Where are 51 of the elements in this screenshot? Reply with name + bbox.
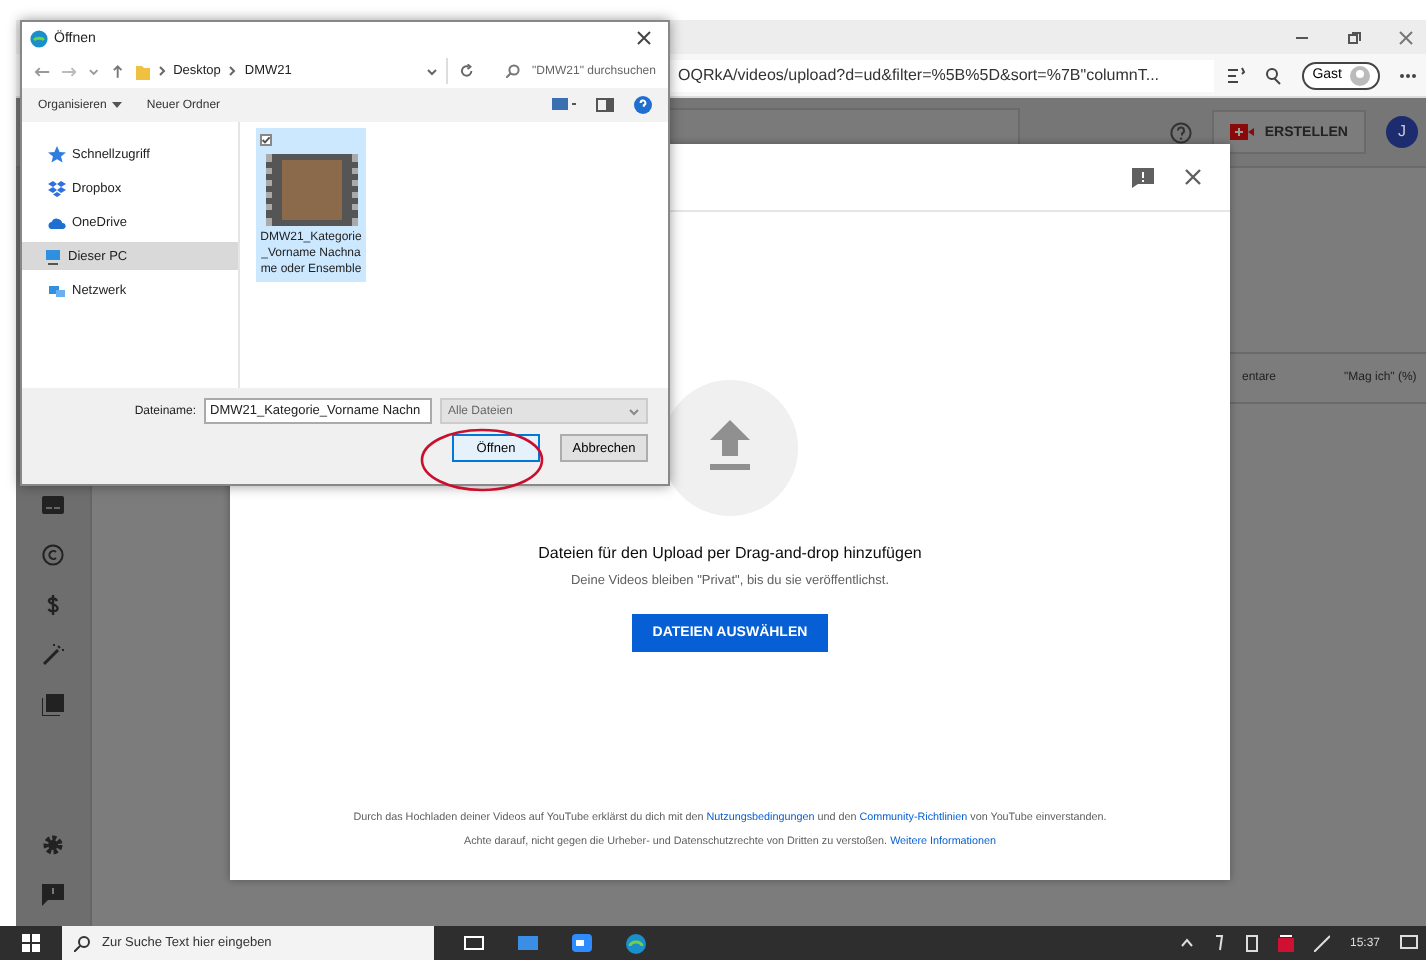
view-options-icon[interactable] xyxy=(552,98,576,112)
star-icon xyxy=(48,145,66,163)
folder-icon xyxy=(135,63,150,79)
chevron-down-icon[interactable] xyxy=(88,67,100,75)
dropbox-icon xyxy=(48,179,66,197)
chevron-right-icon xyxy=(157,66,166,76)
window-app-icon[interactable] xyxy=(518,934,538,952)
task-view-icon[interactable] xyxy=(464,934,484,952)
search-icon xyxy=(74,935,90,951)
favorites-icon[interactable] xyxy=(1226,65,1247,85)
settings-icon[interactable] xyxy=(42,834,64,856)
highlight-circle xyxy=(420,428,544,492)
extensions-icon[interactable] xyxy=(1264,65,1285,85)
checkbox-icon[interactable] xyxy=(260,134,272,146)
cloud-icon xyxy=(48,213,66,231)
feedback-icon[interactable] xyxy=(1132,167,1154,187)
more-icon[interactable] xyxy=(1398,71,1418,79)
upload-heading: Dateien für den Upload per Drag-and-drop hinzufügen xyxy=(538,544,922,562)
guest-avatar-icon xyxy=(1350,65,1370,85)
camera-plus-icon xyxy=(1230,124,1255,140)
chevron-down-icon[interactable] xyxy=(426,67,439,75)
chevron-up-icon[interactable] xyxy=(1179,938,1194,948)
subtitles-icon[interactable] xyxy=(42,494,64,516)
chevron-down-icon xyxy=(628,407,640,415)
app-tray-icon[interactable] xyxy=(1277,934,1294,952)
copyright-icon[interactable] xyxy=(42,544,64,566)
back-icon[interactable] xyxy=(34,65,50,77)
feedback-icon[interactable] xyxy=(42,884,64,906)
search-icon xyxy=(506,64,521,78)
refresh-icon[interactable] xyxy=(460,64,475,78)
computer-icon xyxy=(44,247,62,265)
help-icon[interactable] xyxy=(1170,121,1193,143)
close-icon[interactable] xyxy=(1184,168,1202,186)
close-icon[interactable] xyxy=(636,30,652,46)
preview-pane-icon[interactable] xyxy=(596,98,614,112)
up-arrow-icon[interactable] xyxy=(111,64,124,78)
restore-icon[interactable] xyxy=(1346,29,1362,45)
magic-wand-icon[interactable] xyxy=(42,644,64,666)
chevron-right-icon xyxy=(228,66,237,76)
windows-start-icon[interactable] xyxy=(22,934,40,952)
caret-icon xyxy=(112,102,123,108)
browser-logo-icon xyxy=(30,29,48,47)
photo-placeholder xyxy=(281,160,341,220)
notification-icon[interactable] xyxy=(1400,934,1418,952)
browser-icon[interactable] xyxy=(626,933,646,953)
library-icon[interactable] xyxy=(42,694,64,716)
avatar[interactable]: J xyxy=(1386,116,1418,148)
help-icon[interactable] xyxy=(634,96,652,114)
video-call-icon[interactable] xyxy=(572,934,592,952)
dollar-icon[interactable] xyxy=(42,594,64,616)
address-field[interactable]: OQRkA/videos/upload?d=ud&filter=%5B%5D&sort=%7B"columnT... xyxy=(666,59,1215,91)
